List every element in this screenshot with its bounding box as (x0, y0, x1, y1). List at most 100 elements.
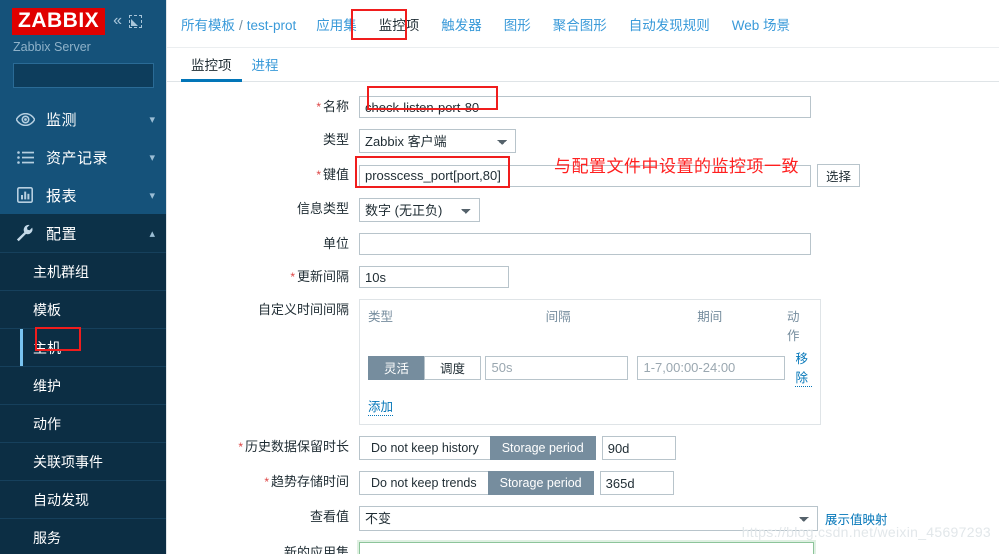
chevron-double-left-icon[interactable]: « (113, 13, 122, 29)
form-row-value-type: 信息类型 数字 (无正负) (167, 198, 999, 222)
sidebar-item-monitoring[interactable]: 监测 ▾ (0, 100, 167, 138)
new-application-input[interactable] (359, 542, 814, 554)
field-name (359, 96, 999, 118)
key-select-button[interactable]: 选择 (817, 164, 861, 187)
name-input[interactable] (359, 96, 811, 118)
chevron-up-icon[interactable]: ▴ (149, 227, 155, 240)
sidebar-header: ZABBIX « (0, 0, 167, 36)
required-marker: * (316, 100, 321, 114)
required-marker: * (238, 440, 243, 454)
search-box[interactable]: 🔍 (13, 63, 167, 89)
interval-type-toggle: 灵活 调度 (368, 355, 485, 380)
form-row-trends: * 趋势存储时间 Do not keep trends Storage perio… (167, 471, 999, 495)
tab-items[interactable]: 监控项 (379, 14, 420, 34)
field-units (359, 233, 999, 255)
sidebar-header-icons: « (113, 8, 143, 29)
label-text: 键值 (322, 167, 349, 182)
chevron-down-icon[interactable]: ▾ (149, 113, 155, 126)
sidebar-subitem-event-correlation[interactable]: 关联项事件 (0, 442, 167, 480)
label-text: 更新间隔 (296, 269, 349, 284)
sidebar-item-configuration[interactable]: 配置 ▴ (0, 214, 167, 253)
breadcrumb: 所有模板 / test-prot (181, 14, 296, 34)
tab-screens[interactable]: 聚合图形 (553, 14, 607, 34)
watermark: https://blog.csdn.net/weixin_45697293 (741, 524, 991, 540)
custom-interval-input[interactable] (485, 355, 629, 380)
sidebar-subitem-host-groups[interactable]: 主机群组 (0, 252, 167, 290)
sidebar-subitem-discovery[interactable]: 自动发现 (0, 480, 167, 518)
label-update-interval: * 更新间隔 (167, 266, 359, 288)
interval-type-flexible[interactable]: 灵活 (368, 355, 425, 380)
main-content: 所有模板 / test-prot 应用集 监控项 触发器 图形 聚合图形 自动发现规… (167, 0, 999, 554)
sidebar-subitem-hosts[interactable]: 主机 (0, 328, 167, 367)
list-icon (13, 150, 37, 164)
search-input[interactable] (20, 67, 167, 84)
sidebar-subitem-services[interactable]: 服务 (0, 518, 167, 554)
form-row-history: * 历史数据保留时长 Do not keep history Storage pe… (167, 436, 999, 460)
trends-value-input[interactable] (599, 471, 674, 495)
field-update-interval (359, 266, 999, 288)
field-history: Do not keep history Storage period (359, 436, 999, 460)
field-new-application (359, 542, 999, 554)
tab-applications[interactable]: 应用集 (316, 14, 357, 34)
form-row-new-application: 新的应用集 (167, 542, 999, 554)
form-row-custom-intervals: 自定义时间间隔 类型 间隔 期间 动作 灵活 调度 50s 1-7,00:00-… (167, 299, 999, 425)
custom-intervals-table: 类型 间隔 期间 动作 灵活 调度 移除 (359, 299, 821, 425)
sidebar-item-label: 报表 (46, 187, 78, 205)
sidebar: ZABBIX « Zabbix Server 🔍 (0, 0, 167, 554)
sidebar-subitem-actions[interactable]: 动作 (0, 404, 167, 442)
label-units: 单位 (322, 236, 349, 251)
zabbix-app: ZABBIX « Zabbix Server 🔍 (0, 0, 999, 554)
update-interval-input[interactable] (359, 266, 509, 288)
sidebar-item-label: 配置 (46, 225, 78, 243)
sidebar-subitem-templates[interactable]: 模板 (0, 290, 167, 328)
server-name: Zabbix Server (13, 40, 91, 55)
type-select[interactable]: Zabbix 客户端 (359, 129, 516, 153)
label-custom-intervals: 自定义时间间隔 (257, 302, 349, 317)
column-header-type: 类型 (368, 310, 394, 324)
label-history: * 历史数据保留时长 (167, 436, 359, 458)
sidebar-submenu: 主机群组 模板 主机 维护 动作 关联项事件 自动发现 服务 (0, 252, 167, 554)
history-do-not-keep[interactable]: Do not keep history (359, 436, 491, 460)
value-type-select[interactable]: 数字 (无正负) (359, 198, 480, 222)
collapse-panel-icon[interactable] (129, 14, 143, 28)
custom-period-input[interactable] (637, 355, 786, 380)
breadcrumb-current[interactable]: test-prot (247, 18, 297, 33)
breadcrumb-root[interactable]: 所有模板 (181, 18, 235, 33)
sidebar-menu: 监测 ▾ 资产记录 ▾ 报表 ▾ 配置 ▴ 主机群组 模板 主机 维护 动作 关… (0, 100, 167, 554)
required-marker: * (290, 270, 295, 284)
field-custom-intervals: 类型 间隔 期间 动作 灵活 调度 移除 (359, 299, 999, 425)
label-text: 历史数据保留时长 (244, 439, 349, 454)
required-marker: * (316, 168, 321, 182)
units-input[interactable] (359, 233, 811, 255)
subtab-preprocessing[interactable]: 进程 (242, 54, 289, 81)
label-show-value: 查看值 (309, 509, 349, 524)
sub-tabs: 监控项 进程 (167, 48, 999, 82)
interval-type-scheduling[interactable]: 调度 (424, 355, 481, 380)
sidebar-item-inventory[interactable]: 资产记录 ▾ (0, 138, 167, 176)
add-interval-link[interactable]: 添加 (368, 396, 394, 416)
subtab-item[interactable]: 监控项 (181, 54, 242, 82)
sidebar-subitem-maintenance[interactable]: 维护 (0, 366, 167, 404)
form-row-type: 类型 Zabbix 客户端 (167, 129, 999, 153)
history-value-input[interactable] (601, 436, 676, 460)
chevron-down-icon[interactable]: ▾ (149, 151, 155, 164)
tab-triggers[interactable]: 触发器 (441, 14, 482, 34)
sidebar-item-label: 资产记录 (46, 149, 109, 167)
tab-graphs[interactable]: 图形 (504, 14, 531, 34)
top-navigation: 所有模板 / test-prot 应用集 监控项 触发器 图形 聚合图形 自动发现规… (167, 0, 999, 48)
eye-icon (13, 112, 37, 126)
remove-interval-link[interactable]: 移除 (795, 348, 812, 387)
history-storage-period[interactable]: Storage period (489, 436, 596, 460)
column-header-period: 期间 (697, 310, 723, 324)
trends-storage-period[interactable]: Storage period (487, 471, 594, 495)
annotation-text: 与配置文件中设置的监控项一致 (554, 157, 799, 177)
tab-web-scenarios[interactable]: Web 场景 (732, 14, 790, 34)
label-new-application: 新的应用集 (283, 545, 349, 554)
chevron-down-icon[interactable]: ▾ (149, 189, 155, 202)
label-value-type: 信息类型 (296, 201, 349, 216)
history-mode-toggle: Do not keep history Storage period (359, 436, 596, 460)
tab-discovery-rules[interactable]: 自动发现规则 (629, 14, 710, 34)
sidebar-item-reports[interactable]: 报表 ▾ (0, 176, 167, 214)
label-key: * 键值 (167, 164, 359, 186)
trends-do-not-keep[interactable]: Do not keep trends (359, 471, 489, 495)
